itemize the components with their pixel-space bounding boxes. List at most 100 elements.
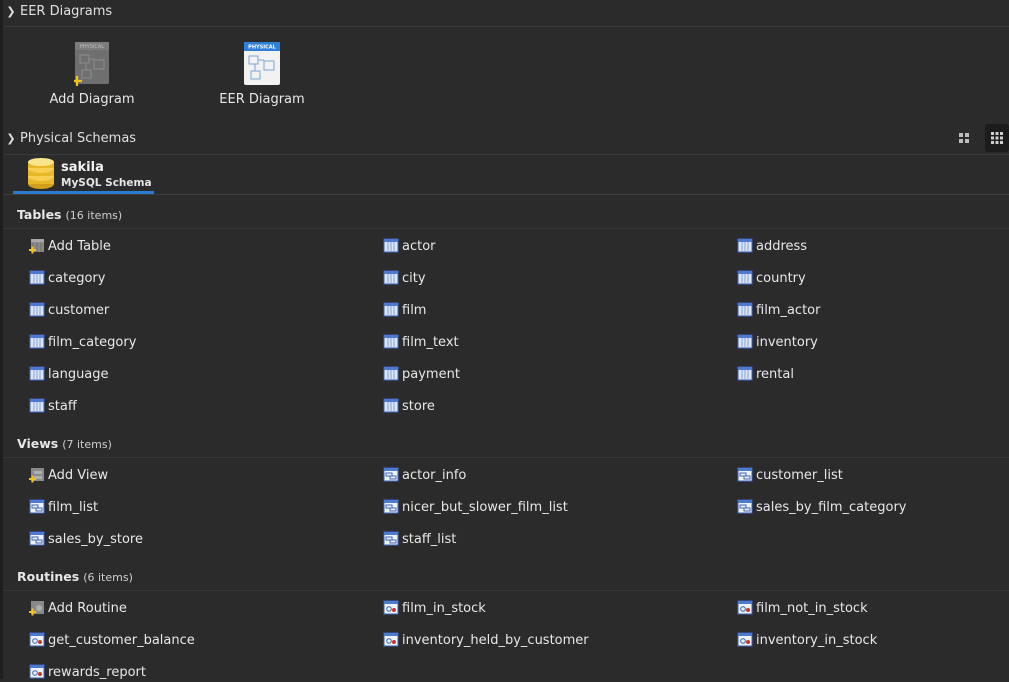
table-item-staff[interactable]: staff bbox=[29, 396, 77, 416]
table-icon bbox=[383, 366, 399, 382]
tables-title: Tables bbox=[17, 207, 62, 222]
divider bbox=[4, 228, 1009, 229]
divider bbox=[4, 194, 1009, 195]
table-item-address[interactable]: address bbox=[737, 236, 807, 256]
view-item-staff-list[interactable]: staff_list bbox=[383, 529, 456, 549]
add-routine-button[interactable]: Add Routine bbox=[29, 598, 127, 618]
table-label: film_category bbox=[48, 334, 137, 350]
table-label: inventory bbox=[756, 334, 818, 350]
table-label: actor bbox=[402, 238, 436, 254]
routine-item-film-in-stock[interactable]: film_in_stock bbox=[383, 598, 486, 618]
add-diagram-label: Add Diagram bbox=[49, 92, 135, 107]
add-diagram-icon: PHYSICAL bbox=[72, 42, 110, 86]
view-label: actor_info bbox=[402, 467, 467, 483]
eer-diagram-icon: PHYSICAL bbox=[244, 42, 280, 86]
view-icon bbox=[383, 467, 399, 483]
views-group-title: Views (7 items) bbox=[17, 436, 112, 451]
routine-icon bbox=[29, 664, 45, 680]
large-icons-view-button[interactable] bbox=[985, 124, 1009, 152]
table-item-country[interactable]: country bbox=[737, 268, 806, 288]
table-item-language[interactable]: language bbox=[29, 364, 109, 384]
view-label: sales_by_store bbox=[48, 531, 143, 547]
routine-item-film-not-in-stock[interactable]: film_not_in_stock bbox=[737, 598, 868, 618]
table-icon bbox=[29, 398, 45, 414]
table-item-film[interactable]: film bbox=[383, 300, 426, 320]
table-item-store[interactable]: store bbox=[383, 396, 435, 416]
routine-icon bbox=[383, 600, 399, 616]
schema-tab-sakila[interactable]: sakila MySQL Schema bbox=[13, 156, 154, 194]
table-label: film_text bbox=[402, 334, 459, 350]
small-icons-view-button[interactable] bbox=[952, 124, 976, 152]
routine-label: rewards_report bbox=[48, 664, 147, 680]
eer-diagram-label: EER Diagram bbox=[219, 92, 305, 107]
table-item-rental[interactable]: rental bbox=[737, 364, 794, 384]
routine-icon bbox=[29, 632, 45, 648]
chevron-down-icon: ❯ bbox=[6, 4, 16, 18]
routines-group-title: Routines (6 items) bbox=[17, 569, 133, 584]
table-item-customer[interactable]: customer bbox=[29, 300, 109, 320]
add-table-icon bbox=[29, 238, 45, 254]
routine-item-inventory-held-by-customer[interactable]: inventory_held_by_customer bbox=[383, 630, 589, 650]
view-label: staff_list bbox=[402, 531, 457, 547]
tables-group-title: Tables (16 items) bbox=[17, 207, 122, 222]
add-routine-icon bbox=[29, 600, 45, 616]
view-item-sales-by-store[interactable]: sales_by_store bbox=[29, 529, 143, 549]
schema-name: sakila bbox=[61, 160, 104, 175]
add-view-icon bbox=[29, 467, 45, 483]
view-label: sales_by_film_category bbox=[756, 499, 907, 515]
table-item-category[interactable]: category bbox=[29, 268, 105, 288]
routine-label: inventory_in_stock bbox=[756, 632, 878, 648]
view-icon bbox=[29, 499, 45, 515]
table-icon bbox=[383, 270, 399, 286]
view-icon bbox=[29, 531, 45, 547]
chevron-down-icon: ❯ bbox=[6, 131, 16, 145]
physical-schemas-header[interactable]: ❯ Physical Schemas bbox=[4, 125, 1009, 151]
eer-diagram-tile[interactable]: PHYSICAL EER Diagram bbox=[197, 42, 327, 107]
divider bbox=[4, 590, 1009, 591]
tables-count: (16 items) bbox=[65, 209, 123, 222]
table-icon bbox=[383, 334, 399, 350]
table-label: category bbox=[48, 270, 106, 286]
table-label: customer bbox=[48, 302, 110, 318]
grid-icon bbox=[991, 132, 1003, 144]
table-item-film-actor[interactable]: film_actor bbox=[737, 300, 820, 320]
table-item-city[interactable]: city bbox=[383, 268, 426, 288]
table-item-actor[interactable]: actor bbox=[383, 236, 436, 256]
view-item-actor-info[interactable]: actor_info bbox=[383, 465, 466, 485]
table-label: address bbox=[756, 238, 808, 254]
routine-item-inventory-in-stock[interactable]: inventory_in_stock bbox=[737, 630, 877, 650]
table-label: rental bbox=[756, 366, 794, 382]
small-grid-icon bbox=[959, 133, 969, 143]
view-item-sales-by-film-category[interactable]: sales_by_film_category bbox=[737, 497, 906, 517]
view-label: Add View bbox=[48, 467, 109, 483]
add-diagram-tile[interactable]: PHYSICAL Add Diagram bbox=[27, 42, 157, 107]
table-item-film-text[interactable]: film_text bbox=[383, 332, 459, 352]
add-table-button[interactable]: Add Table bbox=[29, 236, 111, 256]
routines-count: (6 items) bbox=[83, 571, 133, 584]
table-label: city bbox=[402, 270, 426, 286]
table-label: film_actor bbox=[756, 302, 821, 318]
table-item-film-category[interactable]: film_category bbox=[29, 332, 136, 352]
routine-item-rewards-report[interactable]: rewards_report bbox=[29, 662, 146, 682]
view-icon bbox=[383, 531, 399, 547]
view-item-film-list[interactable]: film_list bbox=[29, 497, 98, 517]
view-item-customer-list[interactable]: customer_list bbox=[737, 465, 843, 485]
table-icon bbox=[737, 366, 753, 382]
table-label: staff bbox=[48, 398, 77, 414]
eer-diagram-thumb-label: PHYSICAL bbox=[248, 45, 276, 51]
table-item-payment[interactable]: payment bbox=[383, 364, 460, 384]
table-label: film bbox=[402, 302, 427, 318]
routine-icon bbox=[383, 632, 399, 648]
table-label: country bbox=[756, 270, 806, 286]
routine-label: film_in_stock bbox=[402, 600, 486, 616]
add-view-button[interactable]: Add View bbox=[29, 465, 108, 485]
window-left-edge bbox=[0, 0, 3, 679]
view-item-nicer-but-slower-film-list[interactable]: nicer_but_slower_film_list bbox=[383, 497, 568, 517]
eer-diagrams-header[interactable]: ❯ EER Diagrams bbox=[4, 0, 1009, 24]
routine-icon bbox=[737, 632, 753, 648]
view-icon bbox=[737, 499, 753, 515]
routine-item-get-customer-balance[interactable]: get_customer_balance bbox=[29, 630, 195, 650]
table-item-inventory[interactable]: inventory bbox=[737, 332, 818, 352]
table-icon bbox=[737, 302, 753, 318]
routine-icon bbox=[737, 600, 753, 616]
